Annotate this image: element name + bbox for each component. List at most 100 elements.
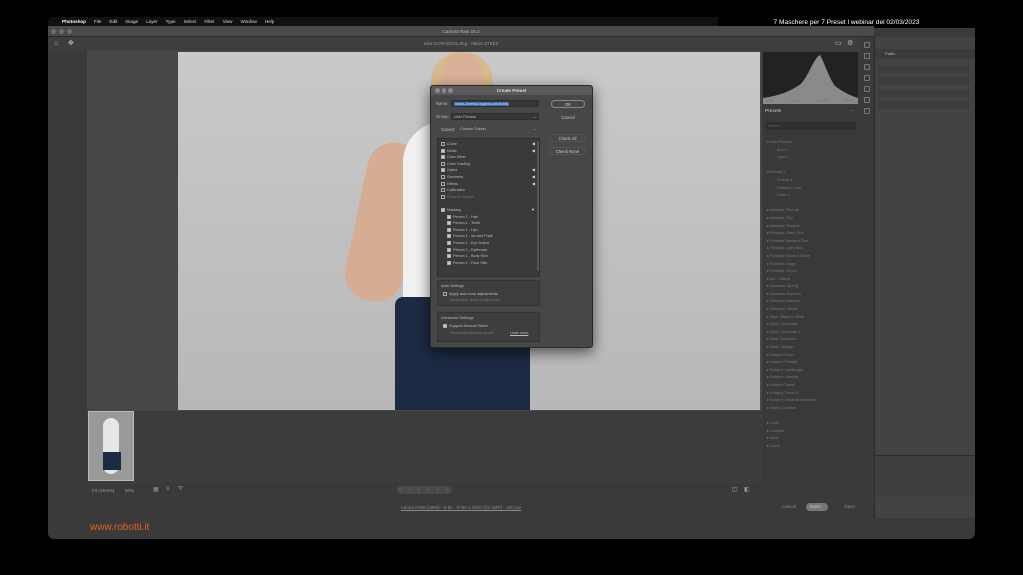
preset-item[interactable]: ▸ Style: Futuristic — [767, 336, 857, 344]
setting-item[interactable]: Optics ◀ — [441, 167, 536, 174]
preset-item[interactable] — [767, 162, 857, 170]
preset-item[interactable]: ▸ Subject: Foliage — [767, 359, 857, 367]
zoom-percent-dropdown[interactable]: 50% — [125, 488, 134, 493]
setting-checkbox[interactable] — [447, 254, 451, 259]
expand-left-icon[interactable]: ◀ — [532, 174, 535, 181]
workflow-options-link[interactable]: Adobe RGB (1998) - 8 bit - 5760 x 3840 (… — [48, 505, 874, 510]
learn-more-link[interactable]: Learn more — [510, 331, 528, 335]
setting-checkbox[interactable] — [441, 148, 445, 153]
setting-item[interactable]: Color Mixer — [441, 154, 536, 161]
setting-item[interactable]: Geometry ◀ — [441, 174, 536, 181]
ok-button[interactable]: OK — [551, 100, 585, 108]
preset-item[interactable]: ▾ Robotti 2 — [767, 169, 857, 177]
setting-checkbox[interactable] — [441, 168, 445, 173]
footer-open-button[interactable]: Open — [840, 503, 859, 511]
setting-item[interactable]: Masking ▼ — [441, 207, 536, 214]
setting-item[interactable]: Curve ◀ — [441, 141, 536, 148]
preset-item[interactable]: Light 2 — [767, 154, 857, 162]
setting-checkbox[interactable] — [441, 155, 445, 160]
cancel-button[interactable]: Cancel — [551, 114, 585, 122]
preset-item[interactable]: ▸ Subject: Travel II — [767, 390, 857, 398]
preset-item[interactable]: ▾ User Presets — [767, 139, 857, 147]
preset-item[interactable]: ▸ Adaptive: Subject — [767, 223, 857, 231]
subset-select[interactable]: Custom Subset ⌄ — [458, 126, 538, 133]
setting-item[interactable]: Effects ◀ — [441, 181, 536, 188]
preset-item[interactable]: ▸ Curve — [767, 443, 857, 451]
star-rating[interactable]: ☆ ☆ ☆ ☆ ☆ ☆ — [397, 486, 452, 494]
paths-tab[interactable]: Paths — [875, 49, 975, 59]
preset-item[interactable]: ▸ Style: Cinematic II — [767, 329, 857, 337]
zoom-fit-dropdown[interactable]: Fit (19.6%) — [92, 488, 114, 493]
presets-search-input[interactable]: Search — [766, 122, 856, 130]
preset-item[interactable]: ▸ Seasons: Spring — [767, 283, 857, 291]
grid-view-icon[interactable]: ▦ — [153, 486, 159, 493]
setting-item[interactable]: Person 1 - Lips — [447, 227, 539, 234]
preset-item[interactable]: ▸ Portraits: Edge — [767, 261, 857, 269]
expand-down-icon[interactable]: ▼ — [531, 207, 535, 214]
setting-checkbox[interactable] — [447, 260, 451, 265]
preset-item[interactable]: ▸ Subject: Food — [767, 352, 857, 360]
filmstrip-thumbnail[interactable] — [88, 411, 134, 481]
edit-tool-icon[interactable] — [864, 42, 870, 48]
app-menu-photoshop[interactable]: Photoshop — [62, 19, 86, 24]
preset-item[interactable]: ▸ Adaptive: Sky — [767, 215, 857, 223]
menu-edit[interactable]: Edit — [109, 19, 117, 24]
mask-tool-icon[interactable] — [864, 75, 870, 81]
preset-item[interactable]: ▸ Style: Black & White — [767, 314, 857, 322]
menu-select[interactable]: Select — [184, 19, 197, 24]
preset-item[interactable]: ▸ Seasons: Summer — [767, 291, 857, 299]
setting-item[interactable]: Person 1 - Eye Sclera — [447, 240, 539, 247]
image-canvas[interactable] — [87, 51, 762, 411]
zoom-window-button[interactable] — [67, 29, 72, 34]
preset-item[interactable]: ▸ Art: + Warm — [767, 276, 857, 284]
preset-item[interactable]: ▸ Seasons: Autumn — [767, 298, 857, 306]
setting-checkbox[interactable] — [441, 181, 445, 186]
preset-item[interactable]: ▸ B&W — [767, 435, 857, 443]
setting-item[interactable]: Person 1 - Hair — [447, 214, 539, 221]
menu-window[interactable]: Window — [240, 19, 256, 24]
setting-item[interactable]: Person 1 - Body Skin — [447, 253, 539, 260]
preset-item[interactable]: ▸ Video: Creative — [767, 405, 857, 413]
check-none-button[interactable]: Check None — [549, 147, 586, 155]
footer-done-button[interactable]: Done — [806, 503, 828, 511]
setting-checkbox[interactable] — [447, 221, 451, 226]
menu-help[interactable]: Help — [265, 19, 274, 24]
preset-item[interactable]: Bold 1 — [767, 147, 857, 155]
setting-item[interactable]: Person 1 - Teeth — [447, 220, 539, 227]
preset-item[interactable]: ▸ Style: Cinematic — [767, 321, 857, 329]
preset-item[interactable]: ▸ Creative — [767, 428, 857, 436]
close-window-button[interactable] — [51, 29, 56, 34]
setting-item[interactable]: Person 1 - Face Skin — [447, 260, 539, 267]
presets-tool-icon[interactable] — [864, 97, 870, 103]
preset-item[interactable]: ▸ Portraits: Black & White — [767, 253, 857, 261]
setting-item[interactable]: Calibration — [441, 187, 536, 194]
setting-checkbox[interactable] — [447, 247, 451, 252]
settings-scrollbar[interactable] — [537, 141, 539, 271]
setting-checkbox[interactable] — [447, 214, 451, 219]
preset-name-input[interactable]: mask-Amelia-ragazza-occhi-blu — [451, 100, 539, 107]
menu-view[interactable]: View — [223, 19, 233, 24]
setting-checkbox[interactable] — [441, 188, 445, 193]
preset-item[interactable]: Robotti's Look — [767, 185, 857, 193]
setting-item[interactable]: Person 1 - Iris and Pupil — [447, 233, 539, 240]
preset-item[interactable] — [767, 412, 857, 420]
menu-layer[interactable]: Layer — [146, 19, 158, 24]
setting-checkbox[interactable] — [441, 194, 445, 199]
setting-checkbox[interactable] — [447, 227, 451, 232]
sort-icon[interactable]: ≡ — [166, 486, 170, 492]
menu-type[interactable]: Type — [166, 19, 176, 24]
setting-checkbox[interactable] — [441, 161, 445, 166]
preset-item[interactable]: ▸ Subject: Travel — [767, 382, 857, 390]
preset-item[interactable]: ▸ Portraits: Medium Skin — [767, 238, 857, 246]
preset-item[interactable]: ▸ Subject: Urban Architecture — [767, 397, 857, 405]
setting-checkbox[interactable] — [441, 175, 445, 180]
setting-checkbox[interactable] — [447, 241, 451, 246]
group-select[interactable]: User Presets ⌄ — [451, 113, 539, 120]
preset-item[interactable]: Crack 2 — [767, 192, 857, 200]
check-all-button[interactable]: Check All — [549, 134, 586, 142]
menu-image[interactable]: Image — [125, 19, 138, 24]
expand-left-icon[interactable]: ◀ — [532, 181, 535, 188]
dialog-close-button[interactable] — [435, 88, 440, 93]
preset-item[interactable]: ▸ Seasons: Winter — [767, 306, 857, 314]
setting-item[interactable]: Color Grading — [441, 161, 536, 168]
